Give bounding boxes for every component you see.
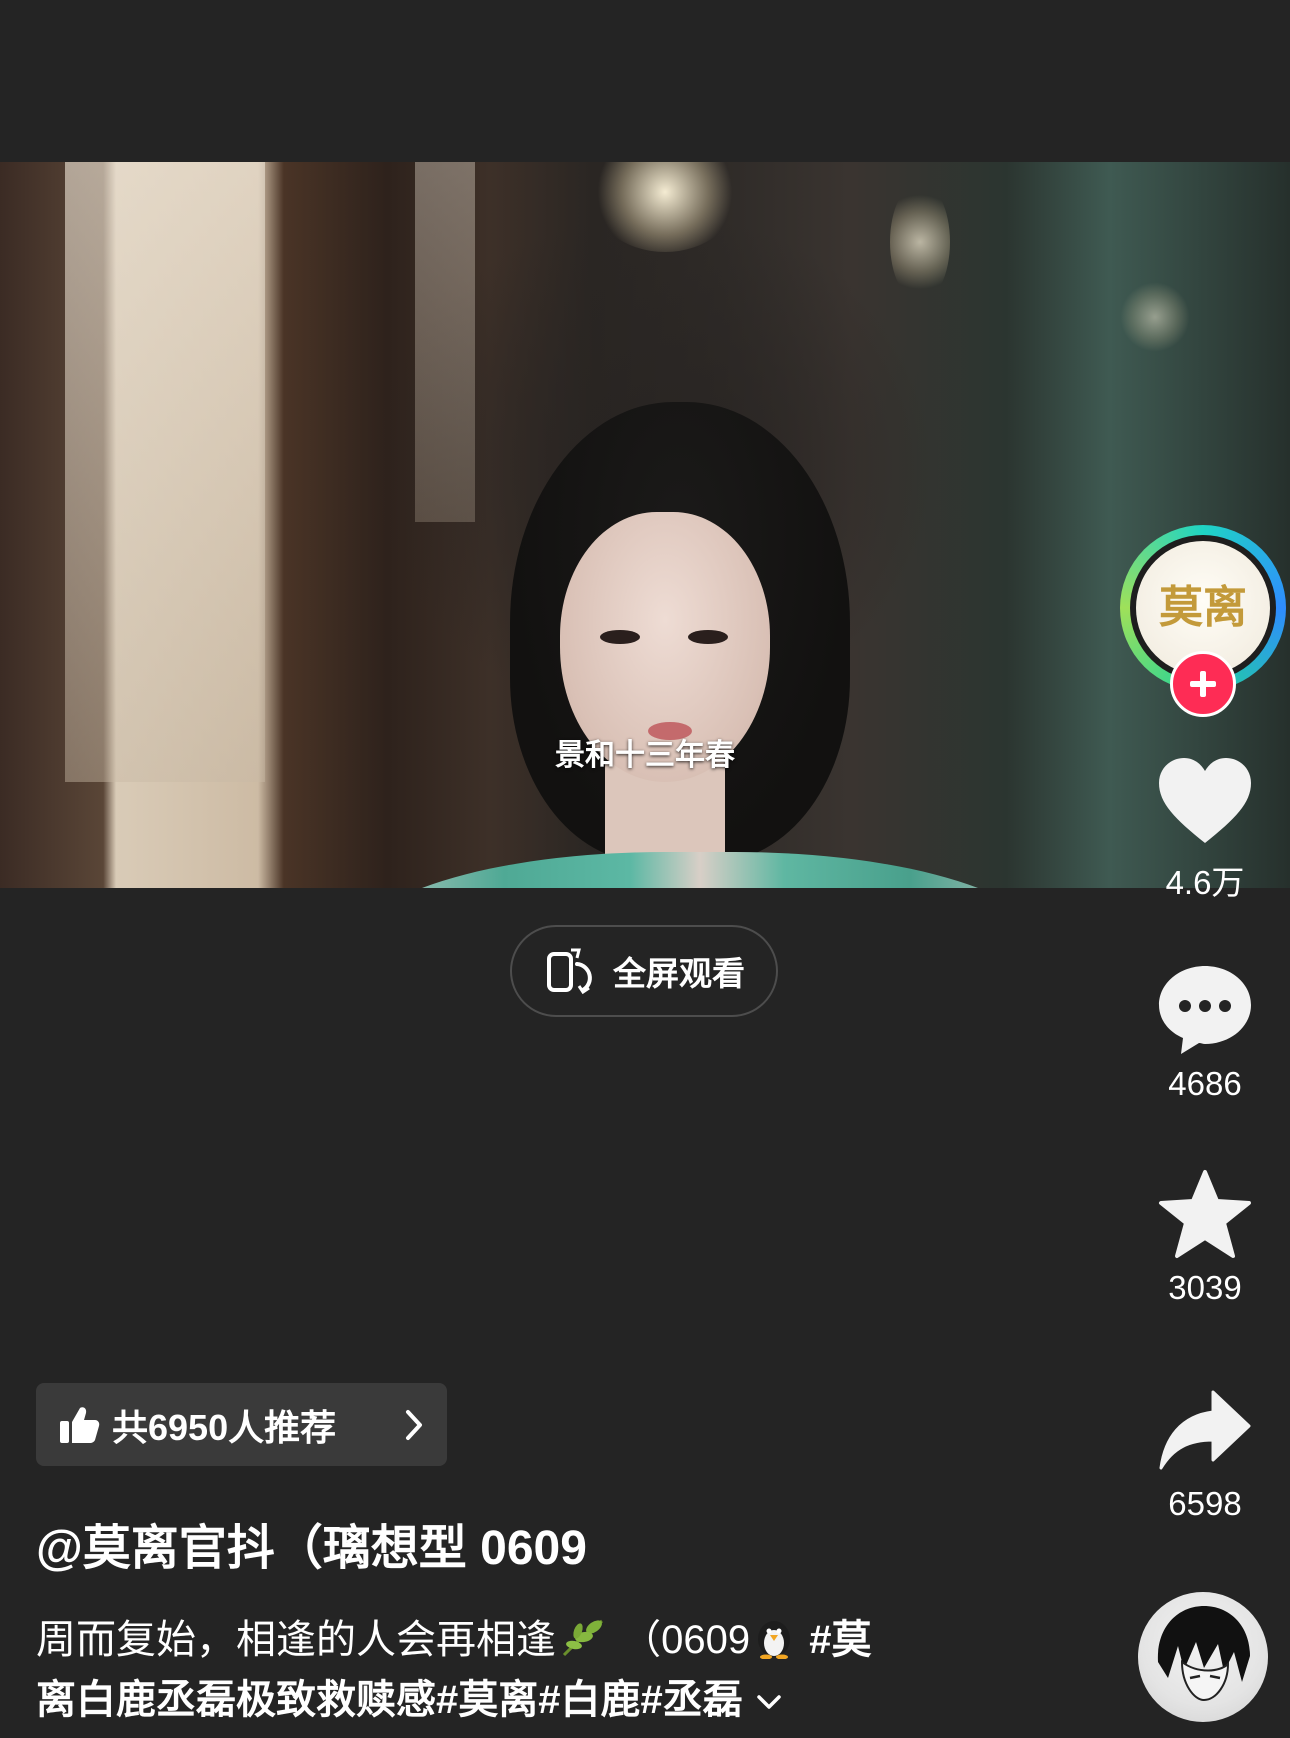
background-wall (415, 162, 475, 522)
chevron-right-icon (406, 1409, 422, 1440)
comment-icon (1159, 966, 1251, 1054)
favorite-count: 3039 (1168, 1269, 1242, 1306)
subject-eye (688, 630, 728, 644)
music-avatar[interactable] (1138, 1592, 1268, 1722)
caption-number: （0609 (621, 1618, 751, 1662)
share-button[interactable]: 6598 (1140, 1388, 1270, 1523)
star-icon (1159, 1170, 1251, 1258)
background-wall (65, 162, 265, 782)
fullscreen-label: 全屏观看 (613, 955, 745, 992)
recommend-banner[interactable]: 共6950人推荐 (36, 1383, 447, 1466)
recommend-label: 共6950人推荐 (112, 1406, 337, 1448)
like-button[interactable]: 4.6万 (1140, 755, 1270, 904)
background-lamp (590, 162, 740, 252)
comment-button[interactable]: 4686 (1140, 962, 1270, 1103)
fullscreen-button[interactable]: 全屏观看 (510, 925, 778, 1017)
thumbs-up-icon (60, 1406, 100, 1443)
penguin-emoji (758, 1621, 791, 1660)
caption-text: 周而复始，相逢的人会再相逢 (36, 1618, 556, 1662)
comment-count: 4686 (1168, 1065, 1242, 1102)
share-icon (1159, 1390, 1251, 1470)
like-count: 4.6万 (1165, 864, 1245, 901)
plus-icon (1190, 671, 1216, 697)
background-lamp (890, 182, 950, 302)
share-count: 6598 (1168, 1485, 1242, 1522)
caption-hashtags[interactable]: 离白鹿丞磊极致救赎感#莫离#白鹿#丞磊 (36, 1678, 743, 1722)
video-caption[interactable]: 周而复始，相逢的人会再相逢 （0609 #莫 离白鹿丞磊极致救赎感#莫离#白鹿#… (36, 1610, 996, 1730)
video-player[interactable] (0, 162, 1290, 888)
video-subtitle: 景和十三年春 (555, 738, 735, 773)
follow-button[interactable] (1170, 651, 1236, 717)
heart-icon (1159, 758, 1251, 843)
phone-rotate-icon (547, 948, 592, 995)
author-handle[interactable]: @莫离官抖（璃想型 0609 (36, 1508, 587, 1578)
background-lamp (1120, 282, 1190, 352)
chevron-down-icon[interactable] (754, 1691, 784, 1713)
subject-eye (600, 630, 640, 644)
subject-robe (350, 852, 1050, 888)
favorite-button[interactable]: 3039 (1140, 1168, 1270, 1307)
leaf-emoji (562, 1619, 603, 1657)
anime-avatar-icon (1157, 1606, 1250, 1702)
caption-hashtags[interactable]: #莫 (809, 1618, 871, 1662)
